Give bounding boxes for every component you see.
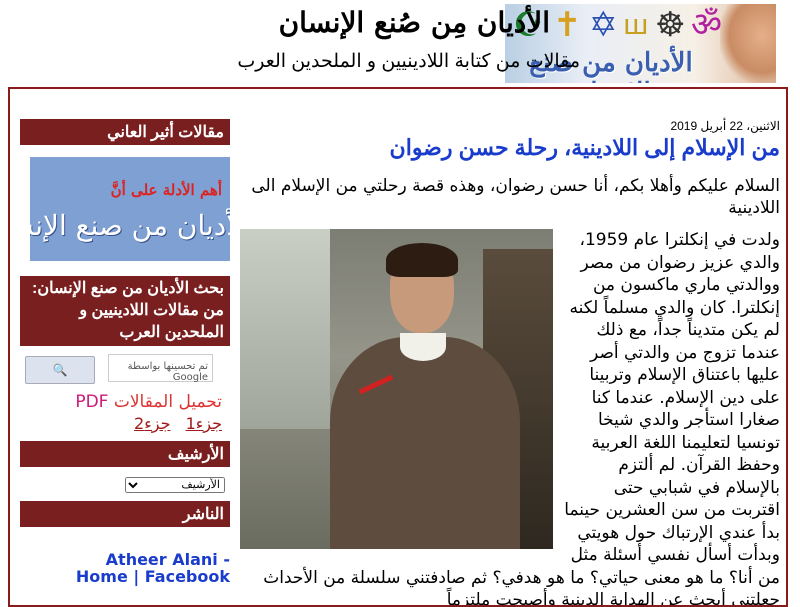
pdf-part1-link[interactable]: جزء1: [186, 414, 222, 433]
main-content-frame: الاثنين، 22 أبريل 2019 من الإسلام إلى ال…: [8, 87, 788, 607]
widget-title-archive: الأرشيف: [20, 441, 230, 467]
sidebar: مقالات أثير العاني أهم الأدلة على أنَّ ا…: [20, 119, 230, 585]
search-button[interactable]: 🔍: [25, 356, 95, 384]
site-header: ☪ ✝ ✡ ш ☸ ॐ الأديان من صنع الإنسان الأدي…: [0, 0, 800, 86]
photo-person-body: [330, 337, 520, 549]
blog-post: الاثنين، 22 أبريل 2019 من الإسلام إلى ال…: [240, 119, 780, 605]
photo-person-hair: [386, 243, 458, 277]
pdf-label-ar: تحميل المقالات: [113, 392, 222, 412]
widget-title-publisher: الناشر: [20, 501, 230, 527]
post-body: ولدت في إنكلترا عام 1959، والدي عزيز رضو…: [240, 229, 780, 605]
post-date: الاثنين، 22 أبريل 2019: [670, 119, 780, 133]
site-description: مقالات من كتابة اللادينيين و الملحدين ال…: [237, 51, 580, 72]
promo-line2: الأديان من صنع الإنسان: [30, 209, 230, 242]
pdf-label-en: PDF: [75, 392, 109, 412]
hand-image: [720, 4, 776, 83]
archive-dropdown[interactable]: الأرشيف: [125, 477, 225, 493]
promo-image[interactable]: أهم الأدلة على أنَّ الأديان من صنع الإنس…: [30, 157, 230, 261]
star-of-david-icon: ✡: [589, 5, 618, 45]
cross-icon: ✝: [553, 5, 582, 45]
dharma-wheel-icon: ☸: [655, 5, 686, 45]
photo-collar: [400, 333, 446, 361]
promo-line1: أهم الأدلة على أنَّ: [110, 181, 222, 199]
archive-select-wrap: الأرشيف: [20, 473, 230, 493]
site-title[interactable]: الأديان مِن صُنع الإنسان: [279, 6, 550, 39]
pdf-links: جزء1 جزء2: [20, 414, 230, 433]
pdf-part2-link[interactable]: جزء2: [134, 414, 170, 433]
widget-title-search: بحث الأديان من صنع الإنسان: من مقالات ال…: [20, 276, 230, 346]
widget-title-atheer-articles: مقالات أثير العاني: [20, 119, 230, 145]
photo-board: [240, 229, 330, 429]
post-intro: السلام عليكم وأهلا بكم، أنا حسن رضوان، و…: [251, 176, 780, 218]
menorah-icon: ш: [623, 8, 649, 41]
facebook-link[interactable]: Atheer Alani - Home | Facebook: [70, 551, 230, 585]
om-icon: ॐ: [691, 5, 723, 45]
post-photo[interactable]: [240, 229, 553, 549]
search-input[interactable]: تم تحسينها بواسطة Google: [108, 354, 213, 383]
search-row: تم تحسينها بواسطة Google 🔍: [20, 352, 230, 384]
pdf-download-label: تحميل المقالات PDF: [20, 392, 230, 412]
post-title[interactable]: من الإسلام إلى اللادينية، رحلة حسن رضوان: [240, 135, 780, 161]
search-icon: 🔍: [52, 363, 68, 377]
